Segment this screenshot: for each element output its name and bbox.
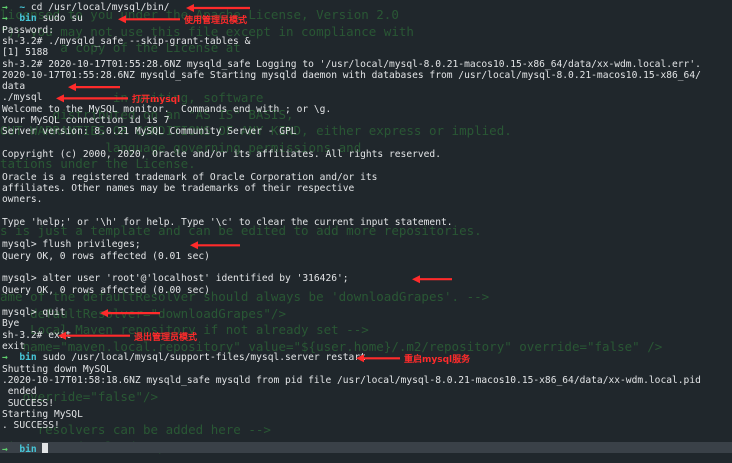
terminal-line: SUCCESS! [2,397,54,409]
terminal-line: Shutting down MySQL [2,363,112,375]
prompt-arrow-icon: → [2,443,20,455]
terminal-line: ended [2,386,37,398]
command-text: sudo su [42,13,83,25]
command-text: cd /usr/local/mysql/bin/ [30,2,170,13]
annotation-arrowhead [68,83,76,92]
terminal-line: [1] 5188 [2,47,49,59]
terminal-line: Starting MySQL [2,408,83,420]
terminal-line: → bin sudo su [2,13,83,24]
terminal-line: → bin [2,442,49,455]
annotation-arrowhead [118,15,126,24]
terminal-line: → ~ cd /usr/local/mysql/bin/ [2,2,170,13]
annotation-arrowhead [412,275,420,284]
terminal-line: .2020-10-17T01:58:18.6NZ mysqld_safe mys… [2,374,701,386]
terminal-line: Your MySQL connection id is 7 [2,115,170,126]
annotation-arrowhead [190,241,198,250]
annotation-arrowhead [186,4,194,12]
terminal-line: data [2,81,26,93]
terminal-line: Oracle is a registered trademark of Orac… [2,171,378,183]
terminal-line: mysql> flush privileges; [2,239,141,251]
annotation-arrowhead [56,94,64,103]
terminal-line: mysql> quit [2,307,66,319]
terminal-line: owners. [2,194,43,206]
terminal-line: 2020-10-17T01:55:28.6NZ mysqld_safe Star… [2,69,701,81]
annotation-label: 退出管理员模式 [134,332,198,343]
annotation-label: 重启mysql服务 [404,355,471,366]
prompt-arrow-icon: → [2,13,20,25]
terminal-line: Query OK, 0 rows affected (0.00 sec) [2,284,210,296]
cursor[interactable] [42,442,49,453]
terminal-line: Server version: 8.0.21 MySQL Community S… [2,126,297,138]
annotation-label: 打开mysql [132,95,181,106]
prompt-directory: bin [19,352,43,364]
terminal-line: sh-3.2# 2020-10-17T01:55:28.6NZ mysqld_s… [2,58,701,70]
terminal-line: Bye [2,318,20,330]
terminal-line: Query OK, 0 rows affected (0.01 sec) [2,250,210,262]
annotation-label: 使用管理员模式 [184,16,248,27]
terminal-line: . SUCCESS! [2,420,60,432]
prompt-arrow-icon: → [2,352,20,364]
annotation-arrowhead [100,309,108,318]
terminal-line: sh-3.2# ./mysqld_safe --skip-grant-table… [2,35,251,47]
prompt-directory: bin [19,13,43,25]
prompt-arrow-icon: → [2,2,20,13]
terminal-line: → bin sudo /usr/local/mysql/support-file… [2,352,366,363]
terminal-line: mysql> alter user 'root'@'localhost' ide… [2,273,349,285]
terminal-line: Copyright (c) 2000, 2020, Oracle and/or … [2,148,441,160]
terminal-line: Type 'help;' or '\h' for help. Type '\c'… [2,216,453,228]
terminal-window[interactable]: licensed to you under the Apache License… [0,0,732,463]
prompt-directory: bin [19,443,43,455]
terminal-line: sh-3.2# exit [2,329,72,341]
terminal-line: affiliates. Other names may be trademark… [2,182,355,194]
terminal-line: exit [2,341,26,352]
command-text: sudo /usr/local/mysql/support-files/mysq… [42,352,366,364]
prompt-directory: ~ [19,2,31,13]
terminal-line: ./mysql [2,92,43,104]
current-line-highlight [0,442,732,453]
terminal-line: Password: [2,24,54,36]
